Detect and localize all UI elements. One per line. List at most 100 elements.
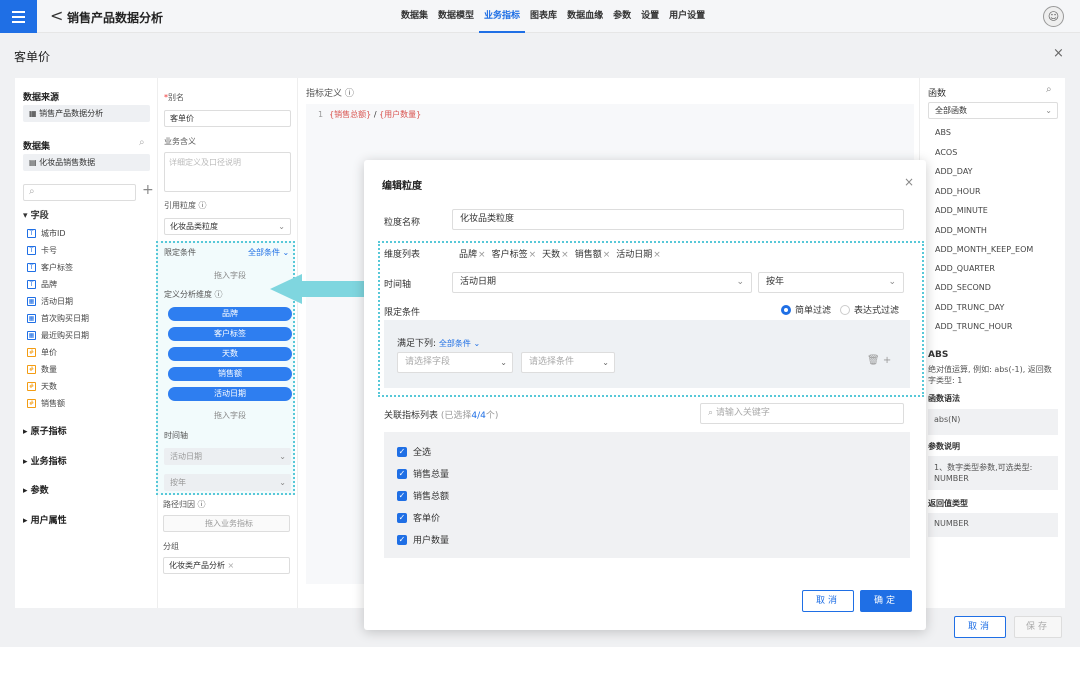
function-item[interactable]: ADD_QUARTER xyxy=(935,264,995,273)
close-icon[interactable]: × xyxy=(653,250,661,260)
search-icon[interactable]: ⌕ xyxy=(139,137,145,148)
help-icon: ⓘ xyxy=(197,500,206,509)
path-drop-zone[interactable]: 拖入业务指标 xyxy=(163,515,290,532)
field-item[interactable]: T 品牌 xyxy=(27,278,57,290)
nav-data-model[interactable]: 数据模型 xyxy=(433,0,479,33)
checkbox-checked-icon: ✓ xyxy=(397,446,407,457)
time-axis-select[interactable]: 活动日期 ⌄ xyxy=(452,272,752,293)
field-item[interactable]: T 客户标签 xyxy=(27,261,73,273)
fields-title[interactable]: ▾ 字段 xyxy=(23,208,49,221)
group-atomic-metrics[interactable]: ▸ 原子指标 xyxy=(23,424,67,437)
time-unit-select[interactable]: 按年 ⌄ xyxy=(164,474,291,491)
field-item[interactable]: # 天数 xyxy=(27,380,57,392)
add-icon[interactable]: + xyxy=(142,182,154,198)
dim-pill-sales[interactable]: 销售额 xyxy=(168,367,292,381)
function-item[interactable]: ADD_MINUTE xyxy=(935,206,988,215)
field-item[interactable]: ▦ 活动日期 xyxy=(27,295,73,307)
close-icon[interactable]: × xyxy=(603,250,611,260)
dim-tag-list[interactable]: 品牌× 客户标签× 天数× 销售额× 活动日期× xyxy=(452,242,904,264)
granularity-name-input[interactable]: 化妆品类粒度 xyxy=(452,209,904,230)
close-icon[interactable]: × xyxy=(478,250,486,260)
dim-pill-activity-date[interactable]: 活动日期 xyxy=(168,387,292,401)
function-item[interactable]: ADD_DAY xyxy=(935,167,973,176)
function-item[interactable]: ADD_MONTH xyxy=(935,226,987,235)
condition-select[interactable]: 请选择条件 ⌄ xyxy=(521,352,615,373)
dim-tag[interactable]: 天数× xyxy=(542,247,569,260)
dim-pill-days[interactable]: 天数 xyxy=(168,347,292,361)
close-icon[interactable]: × xyxy=(1053,46,1064,61)
group-select[interactable]: 化妆类产品分析 × xyxy=(163,557,290,574)
meaning-textarea[interactable]: 详细定义及口径说明 xyxy=(164,152,291,192)
number-field-icon: # xyxy=(27,347,36,357)
function-item[interactable]: ABS xyxy=(935,128,951,137)
time-axis-select[interactable]: 活动日期 ⌄ xyxy=(164,448,291,465)
close-icon[interactable]: × xyxy=(529,250,537,260)
field-item[interactable]: T 卡号 xyxy=(27,244,57,256)
dim-tag[interactable]: 活动日期× xyxy=(616,247,661,260)
dim-tag[interactable]: 品牌× xyxy=(459,247,486,260)
dim-pill-customer-tag[interactable]: 客户标签 xyxy=(168,327,292,341)
radio-simple-filter[interactable]: 简单过滤 xyxy=(781,303,831,316)
keyword-search-input[interactable]: ⌕ 请输入关键字 xyxy=(700,403,904,424)
nav-settings[interactable]: 设置 xyxy=(636,0,664,33)
all-conditions-link[interactable]: 全部条件 ⌄ xyxy=(439,339,480,348)
avatar[interactable]: ☺ xyxy=(1043,6,1064,27)
data-source-value[interactable]: ▦ 销售产品数据分析 xyxy=(23,105,150,122)
function-category-select[interactable]: 全部函数 ⌄ xyxy=(928,102,1058,119)
save-button[interactable]: 保存 xyxy=(1014,616,1062,638)
back-icon[interactable]: < xyxy=(50,6,63,26)
close-icon[interactable]: × xyxy=(561,250,569,260)
function-item[interactable]: ADD_TRUNC_HOUR xyxy=(935,322,1012,331)
nav-dataset[interactable]: 数据集 xyxy=(396,0,433,33)
group-business-metrics[interactable]: ▸ 业务指标 xyxy=(23,454,67,467)
field-item[interactable]: ▦ 首次购买日期 xyxy=(27,312,89,324)
field-item[interactable]: T 城市ID xyxy=(27,227,66,239)
drop-field-hint: 拖入字段 xyxy=(214,411,246,420)
nav-business-metrics[interactable]: 业务指标 xyxy=(479,0,526,33)
modal-cancel-button[interactable]: 取消 xyxy=(802,590,854,612)
function-item[interactable]: ADD_SECOND xyxy=(935,283,991,292)
close-icon[interactable]: × xyxy=(904,175,914,189)
dataset-value[interactable]: ▤ 化妆品销售数据 xyxy=(23,154,150,171)
group-parameters[interactable]: ▸ 参数 xyxy=(23,483,49,496)
close-icon[interactable]: × xyxy=(225,561,235,570)
check-item[interactable]: ✓ 客单价 xyxy=(397,511,440,524)
menu-icon[interactable] xyxy=(0,0,37,33)
function-item[interactable]: ADD_TRUNC_DAY xyxy=(935,303,1004,312)
field-search-input[interactable]: ⌕ xyxy=(23,184,136,201)
all-conditions-link[interactable]: 全部条件 ⌄ xyxy=(248,247,289,258)
alias-input[interactable]: 客单价 xyxy=(164,110,291,127)
cancel-button[interactable]: 取消 xyxy=(954,616,1006,638)
check-item[interactable]: ✓ 销售总额 xyxy=(397,489,449,502)
function-item[interactable]: ADD_MONTH_KEEP_EOM xyxy=(935,245,1033,254)
function-item[interactable]: ACOS xyxy=(935,148,957,157)
dim-tag[interactable]: 销售额× xyxy=(575,247,611,260)
function-item[interactable]: ADD_HOUR xyxy=(935,187,981,196)
search-icon[interactable]: ⌕ xyxy=(1046,84,1052,95)
granularity-select[interactable]: 化妆品类粒度 ⌄ xyxy=(164,218,291,235)
check-item[interactable]: ✓ 用户数量 xyxy=(397,533,449,546)
time-axis-label: 时间轴 xyxy=(384,280,412,290)
field-item[interactable]: ▦ 最近购买日期 xyxy=(27,329,89,341)
top-bar: < 销售产品数据分析 数据集 数据模型 业务指标 图表库 数据血缘 参数 设置 … xyxy=(0,0,1080,33)
nav-chart-library[interactable]: 图表库 xyxy=(525,0,562,33)
group-user-attributes[interactable]: ▸ 用户属性 xyxy=(23,513,67,526)
field-item[interactable]: # 数量 xyxy=(27,363,57,375)
edit-granularity-modal: 编辑粒度 × 粒度名称 化妆品类粒度 维度列表 品牌× 客户标签× 天数× 销售… xyxy=(364,160,926,630)
field-select[interactable]: 请选择字段 ⌄ xyxy=(397,352,513,373)
check-item[interactable]: ✓ 销售总量 xyxy=(397,467,449,480)
nav-parameters[interactable]: 参数 xyxy=(608,0,636,33)
radio-expression-filter[interactable]: 表达式过滤 xyxy=(840,303,899,316)
field-item[interactable]: # 销售额 xyxy=(27,397,65,409)
nav-user-settings[interactable]: 用户设置 xyxy=(664,0,710,33)
check-select-all[interactable]: ✓ 全选 xyxy=(397,445,431,458)
param-title: 参数说明 xyxy=(928,442,960,451)
dim-tag[interactable]: 客户标签× xyxy=(492,247,537,260)
nav-data-lineage[interactable]: 数据血缘 xyxy=(562,0,608,33)
confirm-button[interactable]: 确定 xyxy=(860,590,912,612)
delete-icon[interactable]: 🗑 xyxy=(867,355,880,366)
dim-pill-brand[interactable]: 品牌 xyxy=(168,307,292,321)
add-icon[interactable]: + xyxy=(883,355,891,366)
time-unit-select[interactable]: 按年 ⌄ xyxy=(758,272,904,293)
field-item[interactable]: # 单价 xyxy=(27,346,57,358)
